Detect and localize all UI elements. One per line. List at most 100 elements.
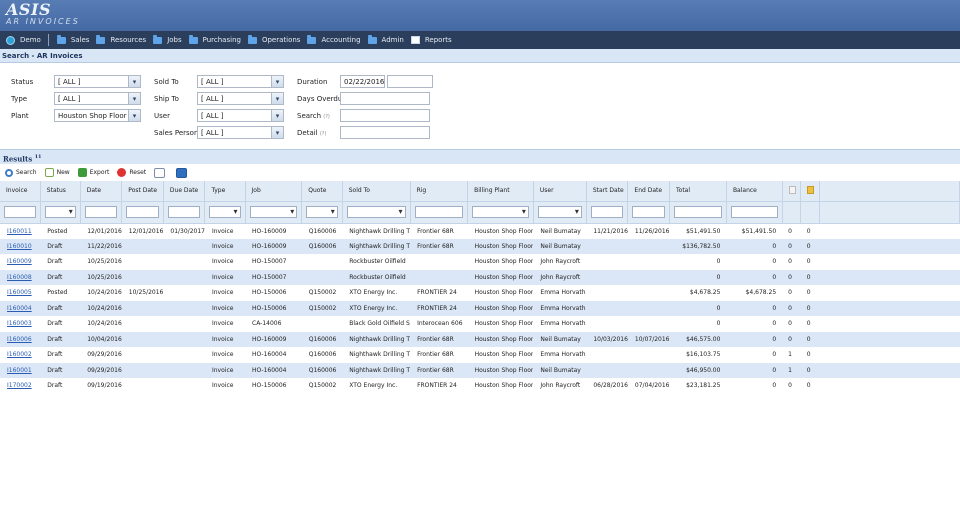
report-icon — [410, 36, 420, 44]
table-cell: Posted — [47, 289, 68, 297]
column-header[interactable]: Date — [80, 181, 123, 202]
invoice-link[interactable]: I160005 — [7, 289, 32, 296]
sold-to-select[interactable]: [ ALL ] ▾ — [197, 75, 284, 88]
table-cell: Invoice — [204, 300, 246, 316]
column-filter-input[interactable] — [632, 206, 666, 218]
table-cell: Draft — [40, 300, 81, 316]
column-header[interactable] — [800, 181, 820, 202]
column-header[interactable] — [782, 181, 802, 202]
invoice-link[interactable]: I160003 — [7, 320, 32, 327]
user-select[interactable]: [ ALL ] ▾ — [197, 109, 284, 122]
column-filter-select[interactable] — [306, 206, 338, 218]
invoice-link[interactable]: I170002 — [7, 382, 32, 389]
layout-button[interactable] — [176, 167, 190, 178]
export-button[interactable]: Export — [77, 168, 109, 177]
menu-accounting[interactable]: Accounting — [305, 31, 365, 49]
column-filter-input[interactable] — [4, 206, 36, 218]
duration-to-input[interactable] — [387, 75, 433, 88]
menu-admin[interactable]: Admin — [366, 31, 409, 49]
table-row[interactable]: I160006 Draft 10/04/2016 Invoice HO-160009 Q1… — [0, 331, 960, 347]
reset-button[interactable]: Reset — [117, 168, 146, 177]
column-filter-input[interactable] — [414, 206, 464, 218]
table-row[interactable]: I160008 Draft 10/25/2016 Invoice HO-150007 Ro… — [0, 269, 960, 285]
invoice-link[interactable]: I160009 — [7, 258, 32, 265]
invoice-link[interactable]: I160006 — [7, 336, 32, 343]
column-header[interactable]: Due Date — [163, 181, 206, 202]
search-icon — [5, 168, 13, 177]
column-header[interactable]: Invoice — [0, 181, 41, 202]
type-select[interactable]: [ ALL ] ▾ — [54, 92, 141, 105]
table-row[interactable]: I160011 Posted 12/01/2016 12/01/2016 01/30/2… — [0, 223, 960, 239]
table-row[interactable]: I160002 Draft 09/29/2016 Invoice HO-160004 Q1… — [0, 347, 960, 363]
search-button[interactable]: Search — [5, 168, 37, 177]
ship-to-select[interactable]: [ ALL ] ▾ — [197, 92, 284, 105]
table-row[interactable]: I160001 Draft 09/29/2016 Invoice HO-160004 Q1… — [0, 362, 960, 378]
menu-demo[interactable]: Demo — [4, 31, 46, 49]
detail-help-hint[interactable]: (?) — [320, 131, 327, 137]
sales-person-select[interactable]: [ ALL ] ▾ — [197, 126, 284, 139]
search-input[interactable] — [340, 109, 430, 122]
search-help-hint[interactable]: (?) — [323, 114, 330, 120]
column-header[interactable]: Sold To — [342, 181, 411, 202]
column-filter-input[interactable] — [674, 206, 722, 218]
column-header[interactable]: End Date — [627, 181, 671, 202]
column-filter-select[interactable] — [209, 206, 241, 218]
column-header[interactable]: Balance — [726, 181, 783, 202]
detail-input[interactable] — [340, 126, 430, 139]
column-filter-input[interactable] — [167, 206, 201, 218]
column-filter-input[interactable] — [590, 206, 624, 218]
invoice-table: Invoice Status Date Post Date Due Date Type Jo… — [0, 181, 960, 394]
column-header[interactable]: Billing Plant — [467, 181, 534, 202]
column-header[interactable]: Job — [245, 181, 303, 202]
table-row[interactable]: I170002 Draft 09/19/2016 Invoice HO-150006 Q1… — [0, 378, 960, 394]
invoice-link[interactable]: I160011 — [7, 228, 32, 235]
table-row[interactable]: I160009 Draft 10/25/2016 Invoice HO-150007 Ro… — [0, 254, 960, 270]
menu-purchasing[interactable]: Purchasing — [187, 31, 246, 49]
table-cell — [121, 238, 164, 254]
table-row[interactable]: I160005 Posted 10/24/2016 10/25/2016 Invoice… — [0, 285, 960, 301]
invoice-link[interactable]: I160001 — [7, 367, 32, 374]
duration-from-input[interactable]: 02/22/2016 — [340, 75, 385, 88]
invoice-link[interactable]: I160004 — [7, 305, 32, 312]
column-filter-input[interactable] — [84, 206, 118, 218]
row-filler — [819, 347, 959, 363]
column-chooser-button[interactable] — [154, 167, 168, 178]
column-filter-input[interactable] — [126, 206, 159, 218]
column-filter-select[interactable] — [44, 206, 76, 218]
column-filter-select[interactable] — [249, 206, 298, 218]
column-header[interactable]: Quote — [301, 181, 343, 202]
column-filter-select[interactable] — [472, 206, 529, 218]
table-cell: John Raycroft — [540, 258, 581, 266]
menu-jobs[interactable]: Jobs — [151, 31, 186, 49]
column-header[interactable]: Total — [669, 181, 727, 202]
invoice-link[interactable]: I160002 — [7, 351, 32, 358]
menu-sales[interactable]: Sales — [55, 31, 95, 49]
days-overdue-input[interactable] — [340, 92, 430, 105]
table-cell: Nighthawk Drilling T — [342, 331, 411, 347]
column-header[interactable]: Type — [204, 181, 246, 202]
plant-select[interactable]: Houston Shop Floor ▾ — [54, 109, 141, 122]
new-button[interactable]: New — [44, 168, 70, 177]
table-cell: Neil Bumatay — [533, 331, 587, 347]
table-cell: 12/01/2016 — [128, 227, 164, 235]
column-header[interactable]: Rig — [410, 181, 469, 202]
column-filter-input[interactable] — [730, 206, 778, 218]
menu-operations[interactable]: Operations — [246, 31, 305, 49]
status-label: Status — [11, 78, 34, 86]
column-header[interactable]: Status — [40, 181, 81, 202]
table-row[interactable]: I160010 Draft 11/22/2016 Invoice HO-160009 Q1… — [0, 238, 960, 254]
column-filter-select[interactable] — [537, 206, 582, 218]
table-row[interactable]: I160004 Draft 10/24/2016 Invoice HO-150006 Q1… — [0, 300, 960, 316]
column-header[interactable]: Post Date — [121, 181, 164, 202]
menu-reports[interactable]: Reports — [409, 31, 457, 49]
invoice-link[interactable]: I160008 — [7, 274, 32, 281]
table-cell: $4,678.25 — [689, 289, 721, 297]
column-header[interactable]: Start Date — [586, 181, 629, 202]
menu-resources[interactable]: Resources — [94, 31, 151, 49]
column-filter-select[interactable] — [346, 206, 406, 218]
attachment-icon — [788, 185, 796, 194]
invoice-link[interactable]: I160010 — [7, 243, 32, 250]
status-select[interactable]: [ ALL ] ▾ — [54, 75, 141, 88]
column-header[interactable]: User — [533, 181, 587, 202]
table-row[interactable]: I160003 Draft 10/24/2016 Invoice CA-14006 Bla… — [0, 316, 960, 332]
